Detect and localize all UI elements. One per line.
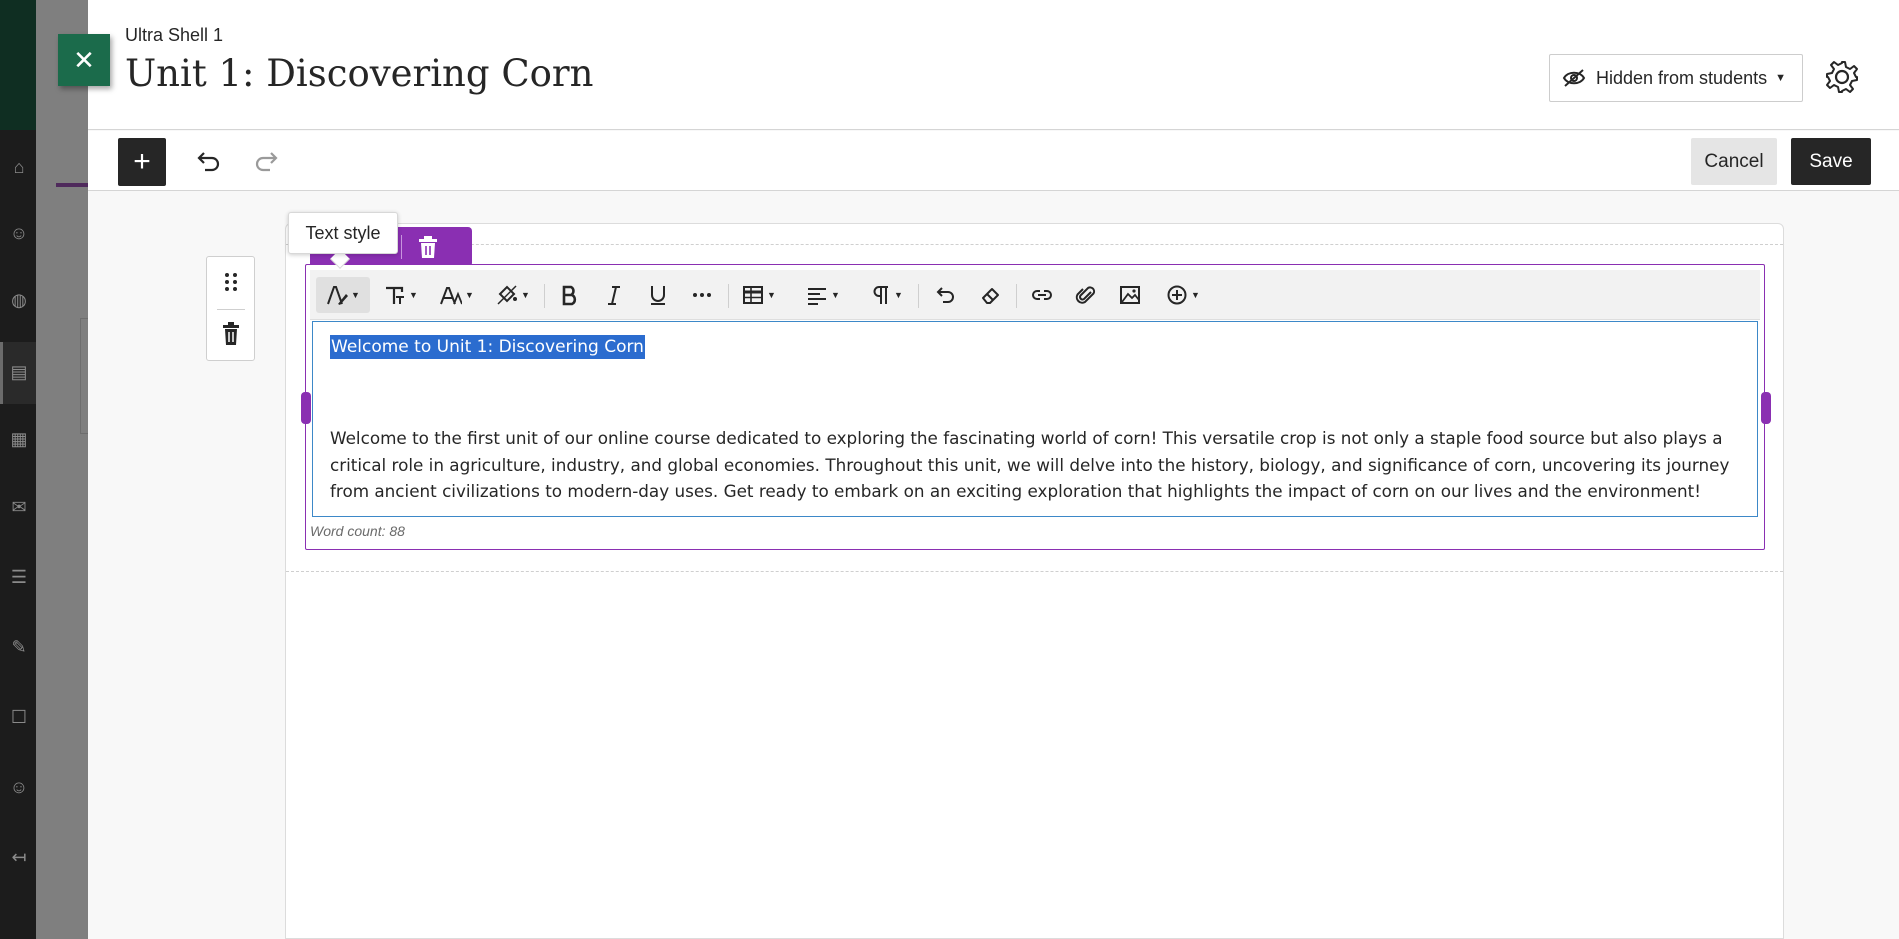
add-content-button[interactable]: +: [118, 138, 166, 186]
background-logo-area: [0, 0, 36, 130]
save-button[interactable]: Save: [1791, 138, 1871, 185]
side-tools-divider: [217, 309, 245, 310]
text-style-tooltip: Text style: [288, 212, 398, 254]
document-editor-panel: Ultra Shell 1 Unit 1: Discovering Corn H…: [58, 0, 1899, 939]
redo-icon: [255, 151, 278, 171]
background-tab-indicator: [56, 183, 92, 187]
toolbar-divider: [544, 284, 545, 308]
visibility-label: Hidden from students: [1596, 67, 1768, 88]
toolbar-divider: [1016, 284, 1017, 308]
insert-link-button[interactable]: [1024, 277, 1060, 313]
selected-heading-text[interactable]: Welcome to Unit 1: Discovering Corn: [330, 335, 645, 359]
redo-button[interactable]: [251, 147, 281, 177]
course-name: Ultra Shell 1: [125, 25, 224, 45]
table-icon: [743, 286, 764, 304]
text-editor-area[interactable]: Welcome to Unit 1: Discovering Corn Welc…: [312, 321, 1758, 517]
text-style-button[interactable]: ▼: [316, 277, 370, 313]
plus-circle-icon: [1167, 285, 1187, 305]
font-size-icon: [440, 287, 463, 305]
page-title[interactable]: Unit 1: Discovering Corn: [125, 52, 593, 95]
undo-icon: [936, 287, 954, 303]
eraser-icon: [982, 288, 999, 304]
chevron-down-icon: ▼: [1775, 72, 1786, 84]
undo-icon: [197, 151, 220, 171]
toolbar-divider: [918, 284, 919, 308]
panel-toolbar: + Cancel Save: [88, 131, 1899, 191]
resize-handle-left[interactable]: [301, 392, 311, 424]
gear-icon[interactable]: [1823, 58, 1861, 96]
clear-formatting-button[interactable]: [972, 277, 1008, 313]
profile-icon: ☺: [9, 223, 29, 243]
drag-handle-icon[interactable]: [219, 267, 243, 297]
bold-button[interactable]: [552, 277, 588, 313]
eye-slash-icon: [1562, 69, 1586, 87]
paragraph-button[interactable]: ▼: [864, 277, 910, 313]
text-color-button[interactable]: ▼: [490, 277, 536, 313]
bold-icon: [562, 285, 577, 306]
insert-content-button[interactable]: ▼: [1156, 277, 1210, 313]
pilcrow-icon: [873, 286, 889, 304]
background-course-page: [36, 0, 96, 939]
paint-bucket-icon: [497, 285, 518, 305]
paperclip-icon: [1075, 286, 1096, 304]
globe-icon: ◍: [11, 290, 27, 310]
toolbar-divider: [728, 284, 729, 308]
more-dots-icon: [693, 293, 711, 297]
word-count: Word count: 88: [310, 523, 405, 539]
attach-file-button[interactable]: [1068, 277, 1104, 313]
visibility-dropdown[interactable]: Hidden from students ▼: [1549, 54, 1803, 102]
rich-text-toolbar: ▼ ▼ ▼ ▼ ▼ ▼ ▼ ▼: [310, 270, 1760, 320]
align-left-icon: [808, 288, 827, 305]
image-icon: [1120, 286, 1140, 304]
rte-undo-button[interactable]: [928, 277, 964, 313]
institution-icon: ⌂: [13, 157, 25, 177]
delete-block-icon[interactable]: [219, 319, 243, 349]
mini-toolbar-divider: [401, 235, 402, 259]
messages-icon: ✉: [11, 497, 27, 517]
underline-button[interactable]: [640, 277, 676, 313]
italic-icon: [608, 286, 620, 305]
font-size-button[interactable]: ▼: [434, 277, 480, 313]
text-format-icon: [386, 286, 405, 304]
people-icon: ☺: [9, 777, 29, 797]
trash-icon[interactable]: [414, 233, 442, 261]
italic-button[interactable]: [596, 277, 632, 313]
table-button[interactable]: ▼: [736, 277, 782, 313]
text-style-icon: [327, 286, 349, 305]
close-panel-button[interactable]: ✕: [58, 34, 110, 86]
grades-icon: ☰: [10, 567, 28, 587]
align-button[interactable]: ▼: [800, 277, 846, 313]
underline-icon: [651, 286, 665, 305]
background-nav-rail: ⌂ ☺ ◍ ▤ ▦ ✉ ☰ ✎ ☐ ☺ ↤: [0, 0, 36, 939]
signout-icon: ↤: [11, 847, 27, 867]
panel-header: Ultra Shell 1 Unit 1: Discovering Corn H…: [88, 0, 1899, 130]
undo-button[interactable]: [194, 147, 224, 177]
link-icon: [1032, 290, 1052, 300]
resize-handle-right[interactable]: [1761, 392, 1771, 424]
courses-icon: ▤: [10, 362, 28, 382]
assignments-icon: ☐: [10, 707, 28, 727]
insert-image-button[interactable]: [1112, 277, 1148, 313]
body-paragraph[interactable]: Welcome to the first unit of our online …: [330, 425, 1740, 505]
more-formatting-button[interactable]: [684, 277, 720, 313]
text-format-button[interactable]: ▼: [378, 277, 424, 313]
cancel-button[interactable]: Cancel: [1691, 138, 1777, 185]
calendar-icon: ▦: [10, 429, 28, 449]
block-side-tools: [206, 256, 255, 361]
tools-icon: ✎: [11, 637, 27, 657]
